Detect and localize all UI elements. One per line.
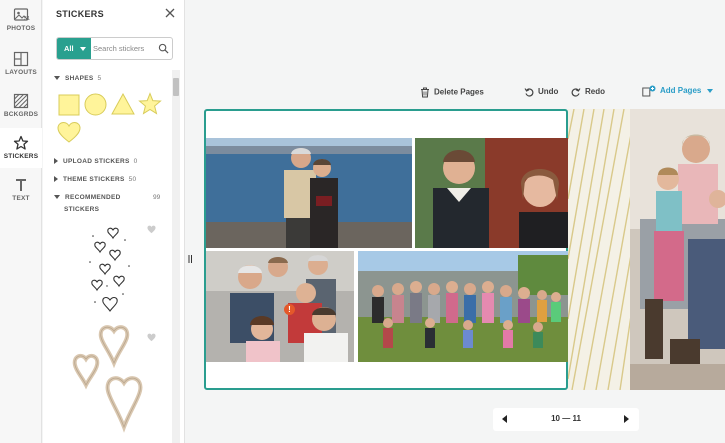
- photo-couple-lake[interactable]: [206, 138, 412, 248]
- chevron-down-icon: [706, 89, 713, 93]
- section-count-shapes: 5: [97, 75, 102, 82]
- section-label-recommended-2: STICKERS: [64, 206, 100, 213]
- trash-icon: [421, 87, 429, 98]
- section-count-upload: 0: [133, 158, 138, 165]
- favorite-heart-icon[interactable]: [147, 225, 156, 234]
- section-label-theme: THEME STICKERS: [63, 176, 125, 183]
- section-label-shapes: SHAPES: [65, 75, 94, 82]
- right-page[interactable]: [568, 109, 725, 390]
- photo-family-couch[interactable]: [630, 109, 725, 390]
- close-icon[interactable]: [163, 6, 177, 20]
- photos-count-badge: 51: [24, 16, 31, 22]
- add-pages-button[interactable]: Add Pages: [642, 85, 713, 97]
- triangle-sticker[interactable]: [111, 93, 135, 115]
- rail-item-photos[interactable]: 51 PHOTOS: [0, 0, 42, 40]
- panel-collapse-handle[interactable]: [186, 252, 194, 266]
- undo-button[interactable]: Undo: [524, 87, 558, 97]
- delete-pages-label: Delete Pages: [434, 87, 484, 97]
- redo-icon: [571, 88, 581, 97]
- section-recommended-stickers[interactable]: RECOMMENDED STICKERS: [54, 194, 121, 213]
- redo-label: Redo: [585, 87, 605, 97]
- panel-scrollbar-thumb[interactable]: [173, 78, 179, 96]
- page-range-label: 10 — 11: [551, 414, 581, 423]
- chevron-down-icon: [54, 195, 60, 200]
- left-page-selected[interactable]: !: [204, 109, 568, 390]
- rail-label-photos: PHOTOS: [6, 25, 36, 32]
- favorite-heart-icon[interactable]: [147, 333, 156, 342]
- delete-pages-button[interactable]: Delete Pages: [420, 87, 484, 98]
- rail-label-text: TEXT: [12, 195, 30, 202]
- striped-background: [568, 109, 632, 390]
- low-resolution-warning-icon[interactable]: !: [284, 304, 295, 315]
- square-sticker[interactable]: [58, 94, 80, 116]
- doodle-hearts-sticker[interactable]: [85, 222, 137, 316]
- backgrounds-icon: [13, 93, 29, 109]
- rail-label-backgrounds: BCKGRDS: [3, 111, 39, 118]
- rail-item-layouts[interactable]: LAYOUTS: [0, 44, 42, 84]
- rail-item-backgrounds[interactable]: BCKGRDS: [0, 86, 42, 126]
- text-icon: [16, 179, 26, 191]
- chevron-down-icon: [54, 76, 60, 81]
- undo-label: Undo: [538, 87, 559, 97]
- outline-hearts-sticker[interactable]: [69, 325, 151, 437]
- chevron-right-icon: [54, 176, 58, 183]
- panel-scrollbar-track[interactable]: [172, 70, 180, 443]
- heart-sticker[interactable]: [57, 121, 81, 144]
- section-count-recommended: 99: [153, 194, 161, 201]
- photo-large-family-outdoors[interactable]: [358, 251, 568, 362]
- star-icon: [13, 135, 29, 150]
- left-tool-rail: 51 PHOTOS LAYOUTS BCKGRDS STICKERS TEXT: [0, 0, 42, 443]
- chevron-right-icon: [54, 158, 58, 165]
- search-input[interactable]: [93, 40, 155, 57]
- rail-item-text[interactable]: TEXT: [0, 170, 42, 210]
- sticker-search: All: [56, 37, 173, 60]
- section-theme-stickers[interactable]: THEME STICKERS 50: [54, 176, 136, 183]
- rail-label-stickers: STICKERS: [3, 153, 39, 160]
- add-page-icon: [642, 85, 656, 97]
- page-spread: !: [204, 109, 725, 390]
- section-label-recommended: RECOMMENDED: [65, 194, 121, 201]
- photo-family-group[interactable]: [206, 251, 354, 362]
- photo-couple-portrait[interactable]: [415, 138, 568, 248]
- redo-button[interactable]: Redo: [571, 87, 605, 97]
- panel-title: STICKERS: [56, 9, 104, 19]
- section-count-theme: 50: [128, 176, 137, 183]
- star-sticker[interactable]: [138, 92, 162, 116]
- stickers-panel: STICKERS All SHAPES5 UPLOAD STICKERS0 TH…: [43, 0, 185, 443]
- circle-sticker[interactable]: [84, 93, 107, 116]
- add-pages-label: Add Pages: [660, 86, 702, 96]
- layouts-icon: [13, 51, 29, 67]
- next-page-icon[interactable]: [624, 415, 629, 423]
- search-icon[interactable]: [158, 43, 169, 54]
- filter-dropdown[interactable]: All: [57, 38, 91, 59]
- section-label-upload: UPLOAD STICKERS: [63, 158, 130, 165]
- filter-label: All: [64, 44, 74, 53]
- rail-item-stickers[interactable]: STICKERS: [0, 128, 42, 168]
- rail-label-layouts: LAYOUTS: [5, 69, 37, 76]
- chevron-down-icon: [80, 47, 86, 51]
- section-shapes[interactable]: SHAPES 5: [54, 75, 101, 82]
- photo-book-editor: 51 PHOTOS LAYOUTS BCKGRDS STICKERS TEXT …: [0, 0, 725, 443]
- page-navigator: 10 — 11: [493, 408, 639, 431]
- section-upload-stickers[interactable]: UPLOAD STICKERS 0: [54, 158, 138, 165]
- undo-icon: [524, 88, 534, 97]
